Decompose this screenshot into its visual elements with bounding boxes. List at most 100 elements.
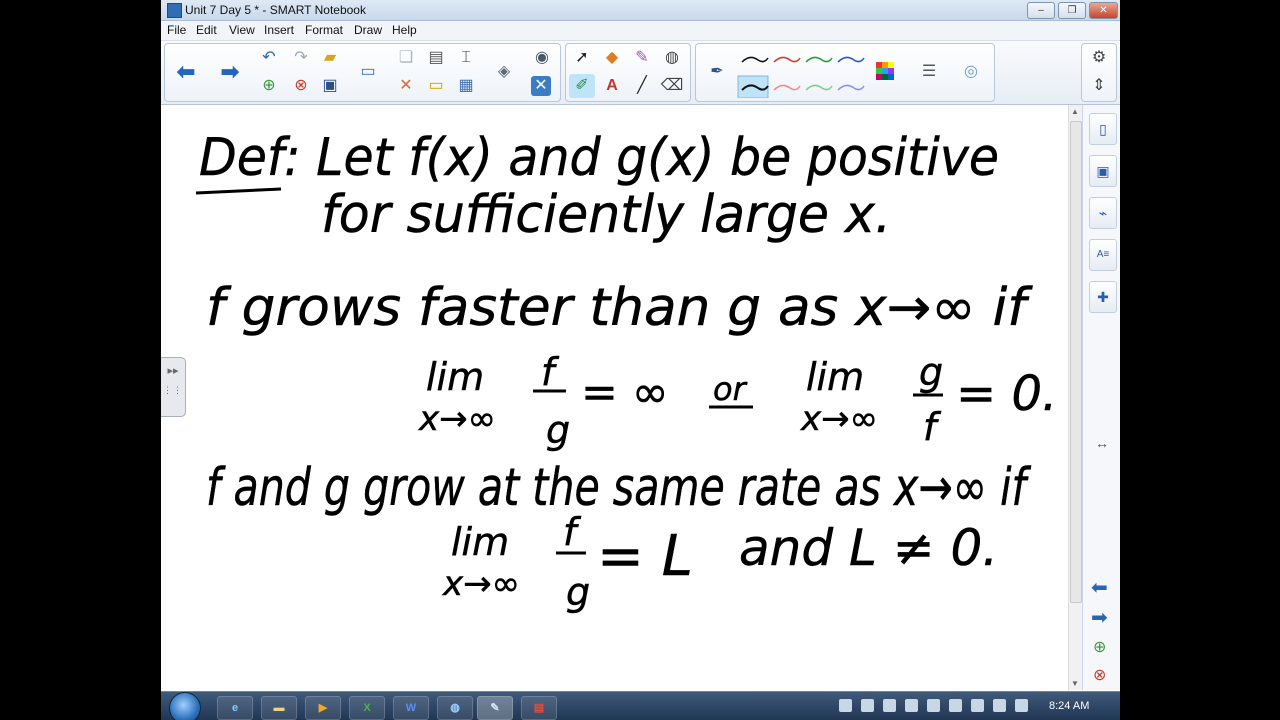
note-grows-faster: f grows faster than g as x→∞ if [206,278,1033,338]
undo-icon[interactable]: ↶ [256,46,282,70]
scrollbar-thumb[interactable] [1070,121,1082,603]
menu-edit[interactable]: Edit [196,23,217,37]
pen-preset-blue-thick[interactable] [837,84,865,91]
back-arrow-icon[interactable]: ⬅ [173,60,199,84]
line-style-icon[interactable]: ☰ [916,60,942,84]
previous-page-icon[interactable]: ⬅ [1091,575,1108,600]
capture-icon[interactable]: ▤ [423,46,449,70]
pen-tool-icon[interactable]: ✒ [704,60,730,84]
notebook-page[interactable]: Def: Let f(x) and g(x) be positive for s… [161,105,1068,690]
redo-icon[interactable]: ↷ [288,46,314,70]
taskbar-app-smart[interactable]: ✎ [477,696,513,720]
fraction2-numerator: g [919,350,943,394]
close-toolbar-icon[interactable]: ✕ [531,76,551,96]
menu-help[interactable]: Help [392,23,417,37]
resize-handle-icon[interactable]: ↔ [1095,435,1109,451]
tray-icon-7[interactable] [971,699,984,712]
screen-shade-icon[interactable]: ▭ [423,74,449,98]
volume-icon[interactable] [883,699,896,712]
select-icon[interactable]: ➚ [569,46,595,70]
vertical-scrollbar[interactable]: ▲ ▼ [1068,105,1082,690]
open-icon[interactable]: ▰ [317,46,343,70]
window-title: Unit 7 Day 5 * - SMART Notebook [185,3,366,17]
menu-insert[interactable]: Insert [264,23,294,37]
magic-pen-icon[interactable]: ✎ [629,46,655,70]
fill-icon[interactable]: ◍ [659,46,685,70]
fraction1-rhs: = ∞ [581,367,669,418]
network-icon[interactable] [993,699,1006,712]
taskbar-app-excel[interactable]: X [349,696,385,720]
line-icon[interactable]: ╱ [629,74,655,98]
pdf-icon: ▤ [533,702,545,714]
limit3-label: lim [451,520,509,564]
pen-preset-green-thin[interactable] [805,56,833,63]
page-sorter-tab[interactable]: ▸▸ ⋮⋮ [161,357,186,417]
scroll-down-icon[interactable]: ▼ [1071,679,1079,688]
menu-draw[interactable]: Draw [354,23,382,37]
system-clock[interactable]: 8:24 AM [1049,700,1089,712]
shapes-icon[interactable]: ◆ [599,46,625,70]
forward-arrow-icon[interactable]: ➡ [217,60,243,84]
smart-notebook-app-icon [167,3,182,18]
delete-page-icon-side[interactable]: ⊗ [1093,665,1106,685]
add-page-icon[interactable]: ⊕ [1093,637,1106,657]
close-button[interactable]: ✕ [1089,2,1118,19]
menu-file[interactable]: File [167,23,186,37]
pen-preset-blue-thin[interactable] [837,56,865,63]
scroll-up-icon[interactable]: ▲ [1071,107,1079,116]
pen-preset-green-thick[interactable] [805,84,833,91]
gear-icon[interactable]: ⚙ [1086,46,1112,70]
fraction1-numerator: f [541,350,560,394]
add-ons-icon[interactable]: ✚ [1089,281,1117,313]
pen-preset-selected[interactable] [737,75,769,98]
new-page-icon[interactable]: ⊕ [256,74,282,98]
minimize-button[interactable]: – [1027,2,1055,19]
tray-icon-5[interactable] [927,699,940,712]
taskbar-app-browser[interactable]: ◍ [437,696,473,720]
document-camera-icon[interactable]: ◈ [491,60,517,84]
properties-icon[interactable]: A≡ [1089,239,1117,271]
taskbar-app-pdf[interactable]: ▤ [521,696,557,720]
tray-icon-6[interactable] [949,699,962,712]
text-icon[interactable]: A [599,74,625,98]
taskbar-app-word[interactable]: W [393,696,429,720]
tray-icon-2[interactable] [861,699,874,712]
color-palette-icon[interactable] [872,60,898,84]
or-text: or [713,370,748,408]
limit1-subscript: x→∞ [418,399,496,439]
pen-preset-black-thin[interactable] [741,56,769,63]
save-icon[interactable]: ▣ [317,74,343,98]
fraction3-rhs: = L [597,524,693,589]
tray-icon-1[interactable] [839,699,852,712]
screen-icon[interactable]: ▭ [355,60,381,84]
clone-icon[interactable]: ❏ [393,46,419,70]
handwriting-layer: Def: Let f(x) and g(x) be positive for s… [195,128,1058,614]
eraser-icon[interactable]: ⌫ [659,74,685,98]
menu-format[interactable]: Format [305,23,343,37]
smart-notebook-icon: ✎ [490,702,500,714]
pen-preset-red-thin[interactable] [773,56,801,63]
taskbar-app-explorer[interactable]: ▬ [261,696,297,720]
insert-image-icon[interactable]: ⌶ [453,46,479,70]
taskbar-app-ie[interactable]: e [217,696,253,720]
tray-icon-4[interactable] [905,699,918,712]
pens-icon[interactable]: ✐ [569,74,595,98]
delete-page-icon[interactable]: ⊗ [288,74,314,98]
table-icon[interactable]: ▦ [453,74,479,98]
recognition-icon[interactable]: ◎ [958,60,984,84]
menu-view[interactable]: View [229,23,255,37]
start-button[interactable] [169,692,201,720]
properties-wand-icon[interactable]: ◉ [529,46,555,70]
page-sorter-icon[interactable]: ▯ [1089,113,1117,145]
grip-icon: ⋮⋮ [163,385,183,395]
pen-preset-red-thick[interactable] [773,84,801,91]
gallery-icon[interactable]: ▣ [1089,155,1117,187]
maximize-button[interactable]: ❐ [1058,2,1086,19]
delete-icon[interactable]: ✕ [393,74,419,98]
tray-icon-9[interactable] [1015,699,1028,712]
move-toolbar-icon[interactable]: ⇕ [1086,74,1112,98]
next-page-icon[interactable]: ➡ [1091,605,1108,630]
attachments-icon[interactable]: ⌁ [1089,197,1117,229]
taskbar-app-media[interactable]: ▶ [305,696,341,720]
pen-presets [737,56,865,98]
